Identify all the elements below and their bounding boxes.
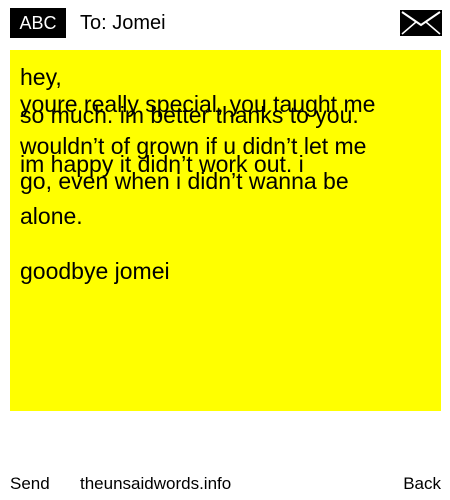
- input-mode-badge[interactable]: ABC: [10, 8, 66, 38]
- recipient-label: To: Jomei: [80, 12, 166, 34]
- message-line: alone.: [20, 203, 83, 229]
- message-line: hey,: [20, 64, 62, 90]
- message-header: ABC To: Jomei: [0, 0, 450, 44]
- site-link[interactable]: theunsaidwords.info: [80, 474, 231, 494]
- back-button[interactable]: Back: [403, 474, 441, 494]
- message-line: so much. im better thanks to you.: [20, 102, 359, 128]
- send-button[interactable]: Send: [10, 474, 50, 494]
- message-body[interactable]: hey, youre really special, you taught me…: [10, 50, 441, 411]
- envelope-icon[interactable]: [400, 10, 442, 36]
- message-line: goodbye jomei: [20, 258, 170, 284]
- message-line: go, even when i didn’t wanna be: [20, 168, 349, 194]
